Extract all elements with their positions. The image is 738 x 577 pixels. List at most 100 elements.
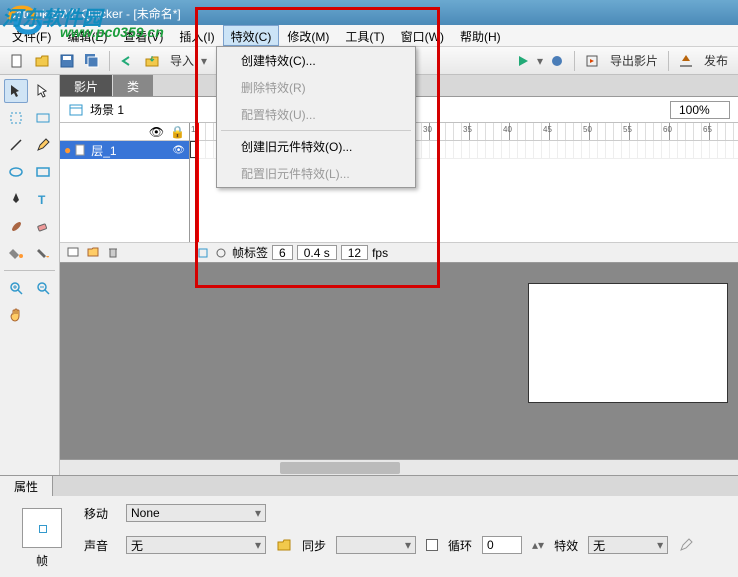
sound-label: 声音 <box>84 537 116 554</box>
zoomout-tool[interactable] <box>31 276 55 300</box>
play-button[interactable] <box>512 50 534 72</box>
zoom-input[interactable] <box>670 101 730 119</box>
save-button[interactable] <box>56 50 78 72</box>
tab-library[interactable]: 类 <box>113 75 153 96</box>
menu-tools[interactable]: 工具(T) <box>337 25 392 46</box>
time-display: 0.4 s <box>297 245 337 260</box>
open-button[interactable] <box>31 50 53 72</box>
saveall-button[interactable] <box>81 50 103 72</box>
effect-label: 特效 <box>554 537 578 554</box>
loop-label: 循环 <box>448 537 472 554</box>
eye-icon[interactable]: 👁 <box>149 125 164 139</box>
pen-tool[interactable] <box>4 187 28 211</box>
menu-help[interactable]: 帮助(H) <box>452 25 509 46</box>
line-tool[interactable] <box>4 133 28 157</box>
center-button[interactable] <box>214 246 228 260</box>
onion-button[interactable] <box>196 246 210 260</box>
menu-create-old-effect[interactable]: 创建旧元件特效(O)... <box>217 133 415 160</box>
layer-controls <box>60 242 190 262</box>
toolbar-sep3 <box>668 51 669 71</box>
frame-label-text: 帧标签 <box>232 244 268 261</box>
brush-tool[interactable] <box>4 214 28 238</box>
bucket-tool[interactable] <box>4 241 28 265</box>
import-label: 导入 <box>166 52 198 69</box>
menu-config-effect: 配置特效(U)... <box>217 101 415 128</box>
timeline-status: 帧标签 6 0.4 s 12 fps <box>190 242 738 262</box>
frame-caption: 帧 <box>12 552 72 569</box>
export-label: 导出影片 <box>606 52 662 69</box>
export-button[interactable] <box>581 50 603 72</box>
toolbox: T <box>0 75 60 475</box>
arrow-tool[interactable] <box>4 79 28 103</box>
toolbox-sep <box>4 270 55 271</box>
new-button[interactable] <box>6 50 28 72</box>
delete-layer-button[interactable] <box>106 245 120 260</box>
properties-panel: 属性 帧 移动 None▾ 声音 无▾ 同步 ▾ 循环 ▴▾ 特效 无▾ <box>0 475 738 577</box>
stepper-icon[interactable]: ▴▾ <box>532 538 544 552</box>
layer-name[interactable]: 层_1 <box>91 142 116 159</box>
oval-tool[interactable] <box>4 160 28 184</box>
pencil-tool[interactable] <box>31 133 55 157</box>
scene-name[interactable]: 场景 1 <box>90 101 124 118</box>
tab-movie[interactable]: 影片 <box>60 75 112 96</box>
sync-select[interactable]: ▾ <box>336 536 416 554</box>
lock-icon[interactable]: 🔒 <box>170 125 185 139</box>
sound-select[interactable]: 无▾ <box>126 536 266 554</box>
props-tabs: 属性 <box>0 476 738 496</box>
layer-panel: 👁 🔒 ● 层_1 👁 <box>60 123 190 262</box>
eraser-tool[interactable] <box>31 214 55 238</box>
ink-tool[interactable] <box>31 241 55 265</box>
sync-label: 同步 <box>302 537 326 554</box>
hand-tool[interactable] <box>4 303 28 327</box>
edit-effect-button[interactable] <box>678 537 694 553</box>
menu-insert[interactable]: 插入(I) <box>171 25 222 46</box>
transform-tool[interactable] <box>4 106 28 130</box>
import-button[interactable] <box>141 50 163 72</box>
effects-dropdown: 创建特效(C)... 删除特效(R) 配置特效(U)... 创建旧元件特效(O)… <box>216 46 416 188</box>
menu-separator <box>221 130 411 131</box>
loop-checkbox[interactable] <box>426 539 438 551</box>
subselect-tool[interactable] <box>31 79 55 103</box>
scrollbar-thumb[interactable] <box>280 462 400 474</box>
tab-properties[interactable]: 属性 <box>0 476 53 496</box>
dropdown-arrow-icon[interactable]: ▾ <box>201 54 207 68</box>
layer-row[interactable]: ● 层_1 👁 <box>60 141 189 159</box>
add-layer-button[interactable] <box>66 245 80 260</box>
stage-canvas[interactable] <box>528 283 728 403</box>
undo-button[interactable] <box>116 50 138 72</box>
frame-icon <box>22 508 62 548</box>
folder-button[interactable] <box>276 537 292 553</box>
menu-effects[interactable]: 特效(C) <box>223 25 280 46</box>
add-folder-button[interactable] <box>86 245 100 260</box>
move-label: 移动 <box>84 505 116 522</box>
horizontal-scrollbar[interactable] <box>60 459 738 475</box>
eye-col-icon[interactable]: 👁 <box>172 145 185 156</box>
zoomin-tool[interactable] <box>4 276 28 300</box>
layer-page-icon <box>75 144 87 156</box>
layer-dot-icon: ● <box>64 143 71 157</box>
loop-input[interactable] <box>482 536 522 554</box>
menu-config-old-effect: 配置旧元件特效(L)... <box>217 160 415 187</box>
titlebar: Sothink SWF Quicker - [未命名*] <box>0 0 738 25</box>
effect-select[interactable]: 无▾ <box>588 536 668 554</box>
play-dropdown-icon[interactable]: ▾ <box>537 54 543 68</box>
rect-tool[interactable] <box>31 160 55 184</box>
publish-button[interactable] <box>675 50 697 72</box>
frame-preview: 帧 <box>12 504 72 569</box>
scene-icon <box>68 102 84 118</box>
menu-create-effect[interactable]: 创建特效(C)... <box>217 47 415 74</box>
layer-header: 👁 🔒 <box>60 123 189 141</box>
menu-window[interactable]: 窗口(W) <box>393 25 452 46</box>
watermark-url: www.pc0359.cn <box>60 24 164 40</box>
menu-delete-effect: 删除特效(R) <box>217 74 415 101</box>
menu-modify[interactable]: 修改(M) <box>279 25 337 46</box>
crop-tool[interactable] <box>31 106 55 130</box>
text-tool[interactable]: T <box>31 187 55 211</box>
fps-unit: fps <box>372 246 388 260</box>
fps-display: 12 <box>341 245 368 260</box>
toolbar-sep <box>109 51 110 71</box>
canvas-area[interactable] <box>60 263 738 459</box>
move-select[interactable]: None▾ <box>126 504 266 522</box>
frame-number: 6 <box>272 245 293 260</box>
preview-button[interactable] <box>546 50 568 72</box>
